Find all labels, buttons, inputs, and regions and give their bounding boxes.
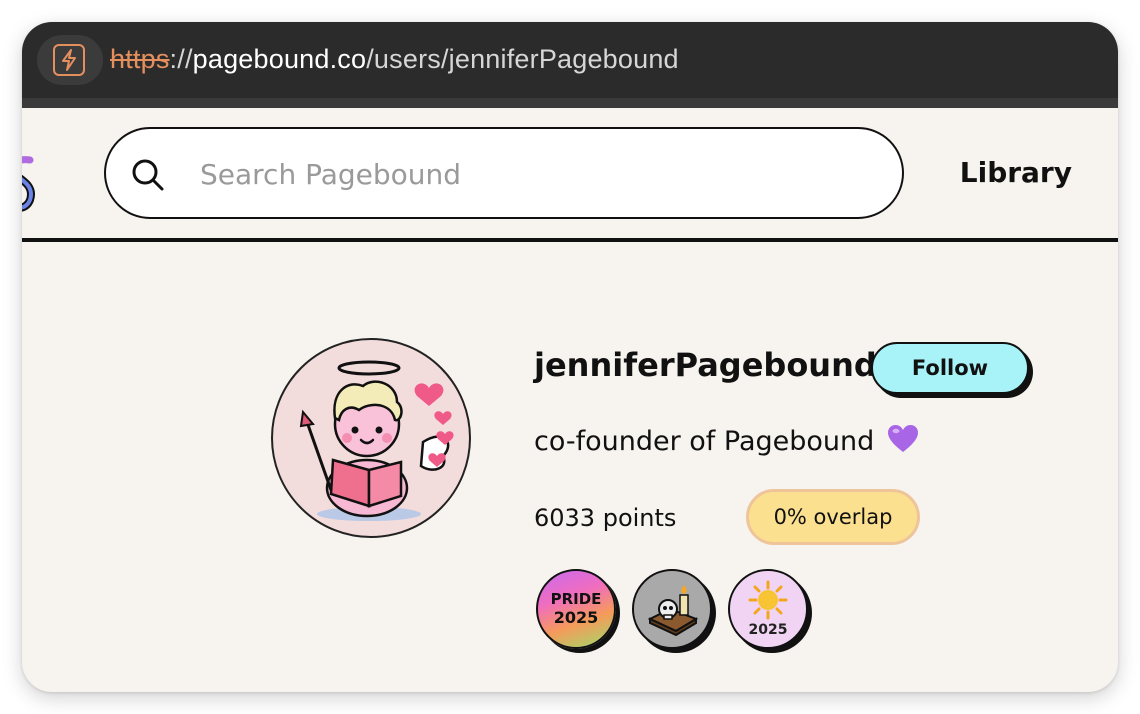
browser-window: https://pagebound.co/users/jenniferPageb…: [22, 22, 1118, 692]
bio: co-founder of Pagebound: [534, 424, 919, 457]
address-bar[interactable]: https://pagebound.co/users/jenniferPageb…: [22, 22, 1118, 108]
urlbar-divider: [22, 98, 1118, 108]
url-host: pagebound.co: [192, 44, 367, 74]
username: jenniferPagebound: [534, 346, 877, 384]
skull-book-icon: [647, 585, 699, 637]
avatar: [271, 338, 471, 538]
library-link[interactable]: Library: [960, 156, 1072, 189]
header-divider: [22, 238, 1118, 242]
skull-book-badge[interactable]: [632, 569, 712, 649]
pride-2025-badge[interactable]: PRIDE 2025: [536, 569, 616, 649]
badge-year: 2025: [553, 608, 599, 627]
url-path: /users/jenniferPagebound: [366, 44, 679, 74]
points-count: 6033 points: [534, 504, 677, 532]
site-header: Library: [22, 108, 1118, 240]
overlap-badge[interactable]: 0% overlap: [746, 489, 920, 545]
logo-icon[interactable]: [22, 152, 40, 222]
search-bar[interactable]: [104, 127, 904, 219]
url-scheme: https: [110, 44, 170, 74]
badge-year: 2025: [748, 622, 788, 638]
url-text[interactable]: https://pagebound.co/users/jenniferPageb…: [110, 44, 679, 75]
badge-title: PRIDE: [550, 590, 602, 608]
bio-text: co-founder of Pagebound: [534, 426, 875, 457]
lightning-bolt-icon: [53, 44, 85, 76]
sun-icon: [748, 580, 788, 620]
follow-button[interactable]: Follow: [871, 342, 1029, 394]
search-input[interactable]: [200, 151, 880, 197]
site-info-button[interactable]: [37, 35, 103, 85]
purple-heart-icon: [887, 425, 918, 452]
search-icon: [132, 159, 164, 191]
url-separator: ://: [169, 44, 193, 74]
sun-2025-badge[interactable]: 2025: [728, 569, 808, 649]
